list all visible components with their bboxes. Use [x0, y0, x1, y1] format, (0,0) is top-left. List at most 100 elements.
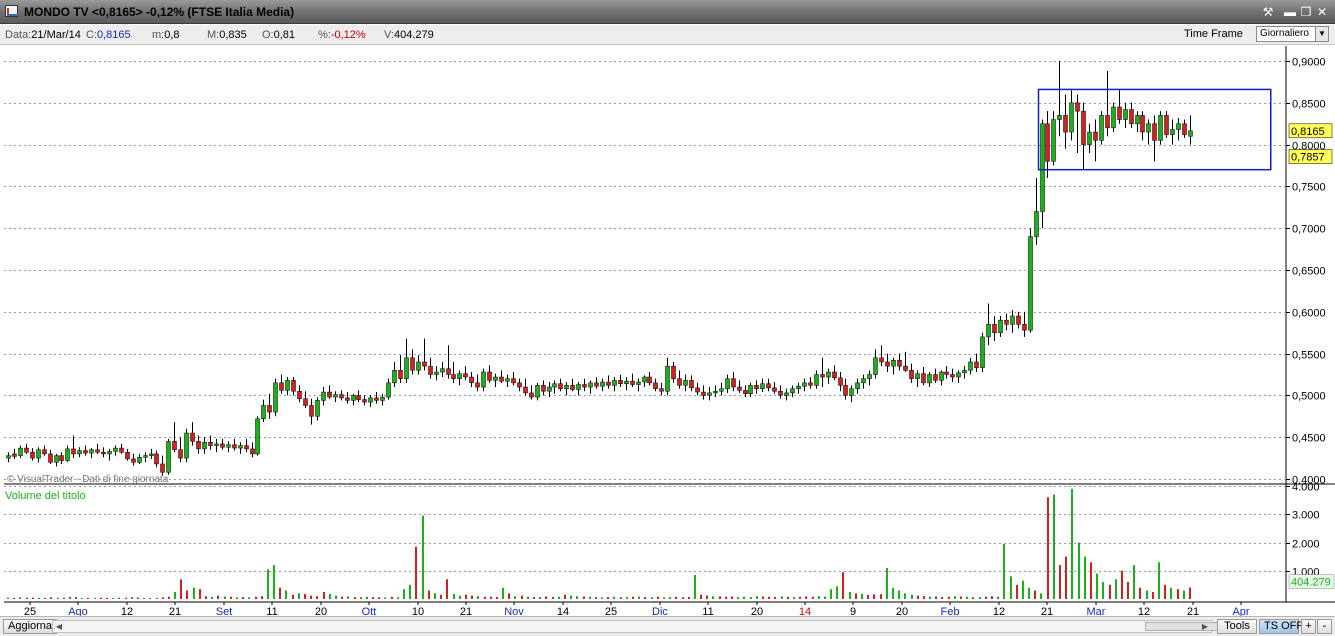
volume-bar [508, 593, 510, 599]
volume-bar [570, 595, 572, 599]
candle-down [101, 451, 106, 455]
candle-up [1158, 115, 1163, 141]
candle-down [95, 449, 100, 453]
candle-up [416, 361, 421, 371]
volume-bar [1127, 582, 1129, 599]
candle-up [939, 371, 944, 381]
candle-down [131, 458, 136, 463]
candle-down [42, 449, 47, 455]
volume-bar [1071, 488, 1073, 599]
candle-up [315, 400, 320, 417]
volume-bar [1022, 580, 1024, 599]
candle-up [368, 397, 373, 403]
volume-bar [1003, 543, 1005, 599]
volume-bar [384, 597, 386, 599]
candle-down [309, 405, 314, 417]
volume-bar [651, 597, 653, 599]
volume-bar [805, 596, 807, 599]
price-tick-label: 0,5500 [1292, 350, 1326, 362]
candle-down [463, 373, 468, 378]
volume-bar [564, 594, 566, 599]
candle-down [647, 376, 652, 384]
candle-up [612, 380, 617, 386]
volume-bar [391, 596, 393, 599]
candle-up [748, 385, 753, 394]
volume-bar [620, 597, 622, 599]
candle-down [1093, 131, 1098, 141]
volume-bar [700, 594, 702, 599]
volume-bar [168, 596, 170, 599]
candle-up [1099, 115, 1104, 141]
price-chart[interactable]: 0,90000,85000,80000,75000,70000,65000,60… [0, 0, 1335, 636]
volume-bar [285, 590, 287, 599]
candle-up [1034, 211, 1039, 237]
candle-up [665, 365, 670, 392]
candle-down [921, 373, 926, 384]
volume-bar [38, 597, 40, 599]
candle-down [499, 376, 504, 382]
candle-up [149, 453, 154, 456]
volume-bar [63, 597, 65, 599]
candle-up [333, 394, 338, 398]
volume-bar [137, 597, 139, 599]
candle-up [1040, 123, 1045, 212]
volume-bar [267, 569, 269, 599]
volume-bar [1102, 582, 1104, 599]
candle-up [1123, 109, 1128, 120]
candle-up [826, 371, 831, 378]
candle-up [107, 451, 112, 455]
candle-down [24, 447, 29, 453]
update-button[interactable]: Aggiorna [3, 619, 58, 634]
chart-scrollbar[interactable]: ◀ ▶ [52, 620, 1245, 633]
volume-bar [545, 596, 547, 599]
candle-down [950, 374, 955, 378]
zoom-in-button[interactable]: + [1301, 619, 1316, 634]
volume-tick-label: 3.000 [1292, 510, 1320, 522]
volume-bar [719, 596, 721, 599]
candle-down [1045, 123, 1050, 162]
volume-bar [131, 597, 133, 599]
volume-bar [768, 596, 770, 599]
last-volume-badge-text: 404.279 [1291, 577, 1331, 589]
volume-bar [94, 597, 96, 599]
candle-up [1051, 119, 1056, 162]
ts-off-button[interactable]: TS OFF [1259, 619, 1303, 634]
volume-bar [174, 591, 176, 599]
volume-bar [75, 597, 77, 599]
volume-bar [1065, 556, 1067, 599]
tools-button[interactable]: Tools [1217, 619, 1257, 634]
volume-bar [675, 596, 677, 599]
candle-down [1063, 115, 1068, 133]
candle-up [184, 432, 189, 459]
candle-down [297, 390, 302, 399]
candle-up [380, 396, 385, 401]
volume-bar [979, 597, 981, 599]
volume-bar [706, 595, 708, 599]
candle-down [820, 374, 825, 378]
zoom-out-button[interactable]: - [1317, 619, 1332, 634]
candle-down [838, 377, 843, 386]
candle-down [843, 385, 848, 396]
volume-bar [514, 596, 516, 599]
volume-bar [1183, 590, 1185, 599]
candle-down [83, 450, 88, 454]
volume-bar [935, 596, 937, 599]
scroll-right-icon[interactable]: ▶ [1199, 621, 1211, 632]
candle-down [582, 384, 587, 388]
candle-down [689, 380, 694, 389]
candle-up [1146, 123, 1151, 133]
volume-bar [1158, 562, 1160, 599]
candle-down [291, 380, 296, 392]
volume-bar [118, 597, 120, 599]
volume-bar [1189, 587, 1191, 599]
volume-bar [199, 589, 201, 599]
volume-bar [403, 589, 405, 599]
scroll-left-icon[interactable]: ◀ [53, 621, 65, 632]
volume-bar [156, 597, 158, 599]
candle-down [944, 371, 949, 375]
candle-down [1117, 106, 1122, 120]
candle-down [267, 405, 272, 413]
volume-bar [471, 595, 473, 599]
candle-down [754, 385, 759, 389]
candle-down [731, 378, 736, 388]
